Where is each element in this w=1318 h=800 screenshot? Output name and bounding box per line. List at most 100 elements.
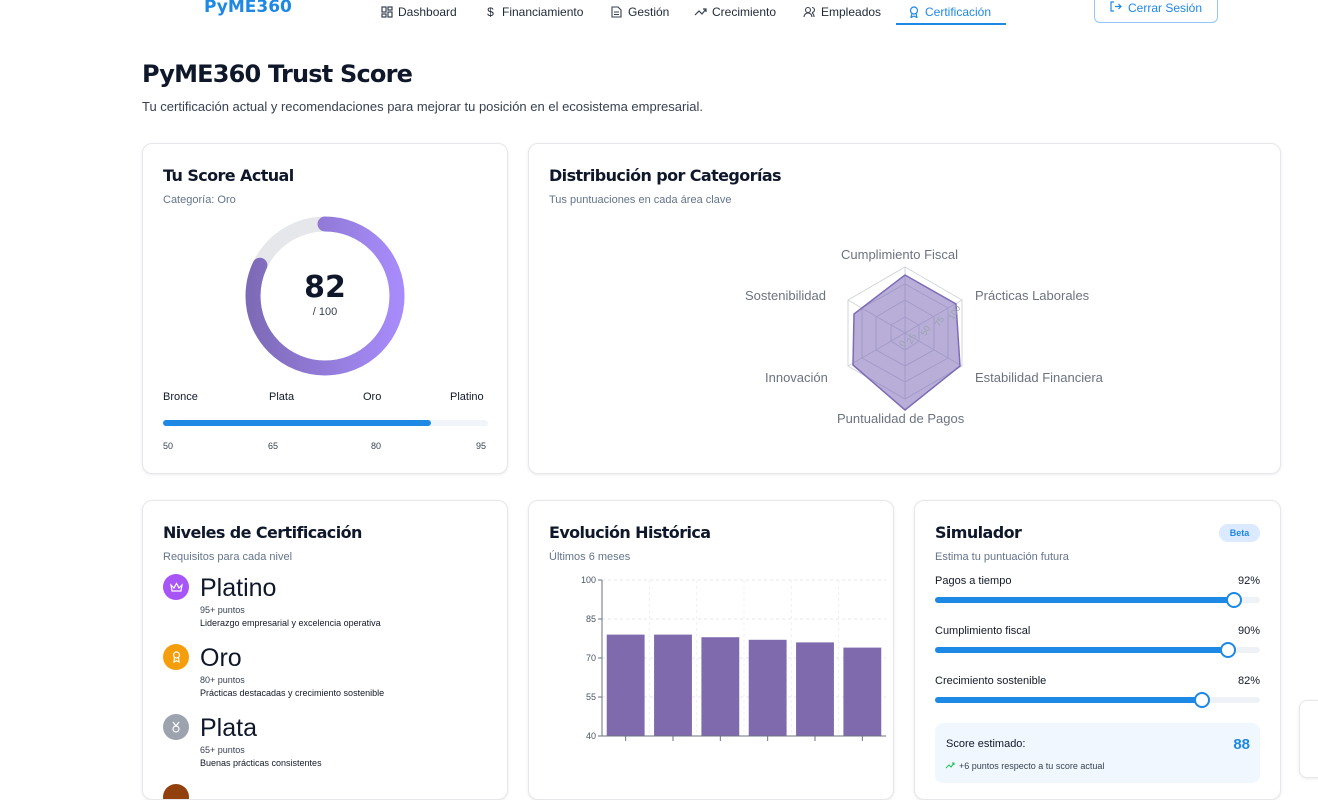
logout-icon [1110,0,1122,15]
tick-50: 50 [163,441,174,451]
history-bar [701,637,740,736]
crecimiento-slider[interactable] [935,692,1260,708]
trending-up-icon [694,6,707,19]
y-tick-label: 85 [586,614,596,624]
level-desc: Liderazgo empresarial y excelencia opera… [200,618,381,628]
score-card: Tu Score Actual Categoría: Oro 82 / 100 … [142,143,508,474]
slider-fill [935,597,1234,603]
tick-95: 95 [476,441,487,451]
award-icon [907,6,920,19]
nav-empleados[interactable]: Empleados [803,0,881,24]
trending-up-icon [945,761,955,771]
level-name: Oro [200,644,242,672]
estimate-value: 88 [1233,736,1250,753]
card-subtitle: Categoría: Oro [163,194,236,206]
page-subtitle: Tu certificación actual y recomendacione… [142,99,703,114]
radar-card: Distribución por Categorías Tus puntuaci… [528,143,1281,474]
radar-axis-label: Prácticas Laborales [975,288,1090,303]
nav-label: Gestión [628,5,670,19]
level-bronce: Bronce [163,391,198,403]
slider-fill [935,647,1228,653]
medal-icon [163,714,189,740]
slider-label: Pagos a tiempo [935,575,1012,587]
page-title: PyME360 Trust Score [142,60,413,88]
nav-dashboard[interactable]: Dashboard [380,0,457,24]
level-progress-track [163,420,488,426]
slider-thumb[interactable] [1193,692,1210,708]
active-tab-indicator [896,23,1006,25]
pagos-slider[interactable] [935,592,1260,608]
estimate-label: Score estimado: [946,738,1026,750]
level-points: 80+ puntos [200,675,245,685]
crown-icon [163,574,189,600]
y-tick-label: 70 [586,653,596,663]
slider-label: Crecimiento sostenible [935,675,1047,687]
beta-badge: Beta [1219,524,1260,542]
y-tick-label: 40 [586,731,596,741]
fiscal-slider[interactable] [935,642,1260,658]
nav-label: Financiamiento [502,5,584,19]
slider-value: 90% [1237,625,1260,637]
level-plata: Plata [269,391,295,403]
history-bar [796,642,834,736]
nav-crecimiento[interactable]: Crecimiento [694,0,776,24]
brand-logo[interactable]: PyME360 [204,0,292,17]
history-bar [606,634,645,736]
level-desc: Prácticas destacadas y crecimiento soste… [200,688,385,698]
simulator-card: Simulador Beta Estima tu puntuación futu… [914,500,1281,800]
nav-certificacion[interactable]: Certificación [907,0,991,24]
estimate-note-text: +6 puntos respecto a tu score actual [959,761,1105,771]
slider-value: 82% [1237,675,1260,687]
history-bar [654,634,692,736]
grid-icon [380,6,393,19]
award-icon [163,644,189,670]
level-badge-bronce [163,784,189,799]
slider-label: Cumplimiento fiscal [935,625,1031,637]
level-points: 65+ puntos [200,745,245,755]
history-bar-chart: 40 55 70 85 100 [581,575,886,741]
level-desc: Buenas prácticas consistentes [200,758,322,768]
radar-axis-label: Sostenibilidad [745,288,826,303]
level-platino: Platino [450,391,484,403]
level-name: Platino [200,574,277,602]
y-tick-label: 100 [581,575,596,585]
radar-axis-label: Cumplimiento Fiscal [841,247,959,262]
card-subtitle: Estima tu puntuación futura [935,551,1069,563]
slider-fill [935,697,1202,703]
level-name: Plata [200,714,257,742]
level-progress-fill [163,420,432,426]
slider-thumb[interactable] [1226,592,1242,608]
history-bar [843,647,882,736]
users-icon [803,6,816,19]
tick-80: 80 [371,441,382,451]
radar-axis-label: Estabilidad Financiera [975,370,1103,385]
side-panel-tab[interactable] [1299,700,1318,778]
card-subtitle: Requisitos para cada nivel [163,551,293,563]
logout-label: Cerrar Sesión [1127,0,1203,15]
level-points: 95+ puntos [200,605,245,615]
radar-axis-label: Puntualidad de Pagos [837,411,965,426]
nav-label: Crecimiento [712,5,777,19]
nav-financiamiento[interactable]: $ Financiamiento [484,0,583,24]
card-title: Tu Score Actual [163,166,294,185]
card-title: Simulador [935,523,1022,542]
levels-card: Niveles de Certificación Requisitos para… [142,500,508,800]
document-icon [610,6,623,19]
radar-axis-label: Innovación [765,370,828,385]
level-oro: Oro [363,391,382,403]
slider-value: 92% [1237,575,1260,587]
history-bar [748,639,787,736]
score-max: / 100 [312,306,338,318]
tick-65: 65 [268,441,279,451]
nav-label: Certificación [925,5,992,19]
nav-gestion[interactable]: Gestión [610,0,669,24]
slider-thumb[interactable] [1219,642,1236,658]
nav-label: Empleados [821,5,882,19]
estimate-box: Score estimado: 88 +6 puntos respecto a … [935,723,1260,783]
top-nav: PyME360 Dashboard $ Financiamiento Gesti… [0,0,1318,30]
nav-label: Dashboard [398,5,457,19]
logout-button[interactable]: Cerrar Sesión [1094,0,1218,23]
score-value: 82 [304,270,346,305]
card-title: Niveles de Certificación [163,523,362,542]
dollar-icon: $ [487,5,494,19]
